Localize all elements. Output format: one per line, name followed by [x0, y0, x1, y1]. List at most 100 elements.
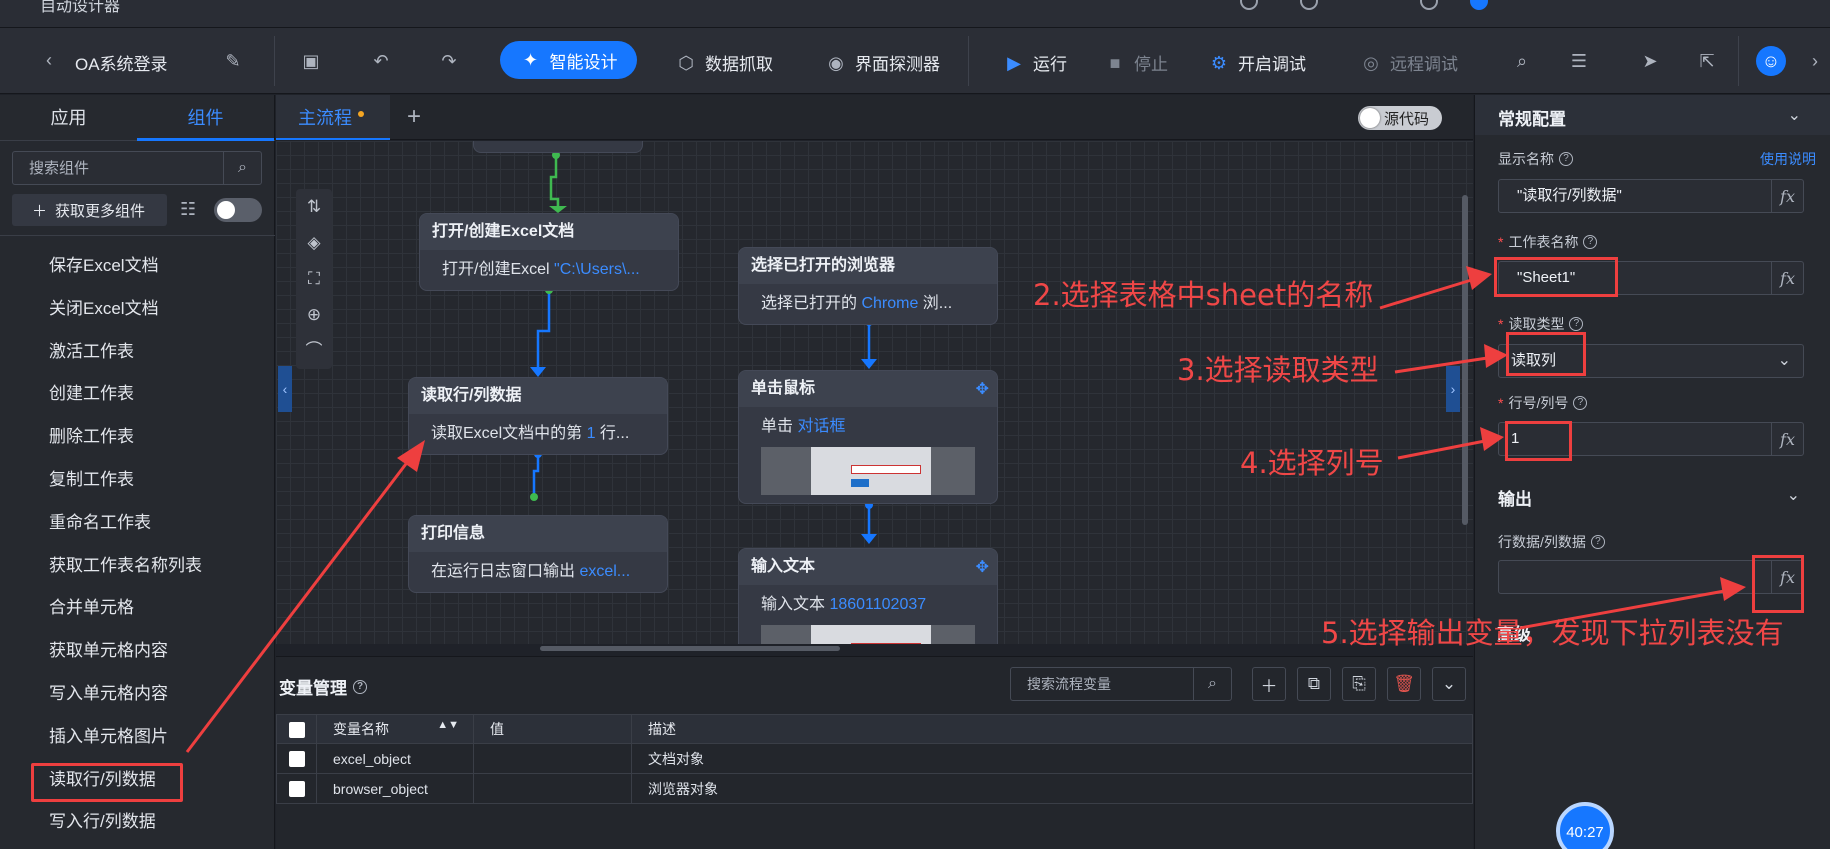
component-item[interactable]: 创建工作表: [0, 373, 275, 416]
component-item[interactable]: 写入单元格内容: [0, 673, 275, 716]
horizontal-scrollbar[interactable]: [540, 646, 840, 651]
flow-node-select-browser[interactable]: 选择已打开的浏览器 选择已打开的 Chrome 浏...: [738, 247, 998, 325]
layers-icon[interactable]: ◈: [303, 231, 325, 253]
sliders-icon[interactable]: ⇅: [303, 195, 325, 217]
component-item[interactable]: 关闭Excel文档: [0, 288, 275, 331]
annotation-step3: 3.选择读取类型: [1177, 353, 1379, 387]
fullscreen-icon[interactable]: ⛶: [303, 267, 325, 289]
smart-design-button[interactable]: ✦ 智能设计: [500, 41, 637, 79]
component-search-input[interactable]: [13, 152, 225, 184]
flow-node-print-info[interactable]: 打印信息 在运行日志窗口输出 excel...: [408, 515, 668, 593]
tab-components[interactable]: 组件: [137, 95, 274, 141]
notification-icon[interactable]: [1420, 0, 1438, 10]
ui-detector-button[interactable]: ◉ 界面探测器: [825, 50, 940, 75]
help-icon[interactable]: ?: [1590, 535, 1605, 549]
run-button[interactable]: ▶ 运行: [1003, 50, 1067, 75]
user-avatar[interactable]: [1470, 0, 1488, 10]
help-icon[interactable]: ?: [353, 679, 367, 694]
zoom-icon[interactable]: ⊕: [303, 303, 325, 325]
edit-name-button[interactable]: ✎: [222, 50, 244, 72]
component-item[interactable]: 写入行/列数据: [0, 801, 275, 844]
table-row[interactable]: excel_object 文档对象: [276, 743, 1473, 774]
variable-value[interactable]: [473, 773, 632, 804]
move-icon[interactable]: ✥: [976, 557, 989, 577]
debug-button[interactable]: ⚙ 开启调试: [1208, 50, 1306, 75]
tab-apps[interactable]: 应用: [0, 95, 137, 141]
variable-search-input[interactable]: [1011, 668, 1195, 700]
usage-help-link[interactable]: 使用说明: [1760, 149, 1816, 169]
help-icon[interactable]: ?: [1583, 235, 1598, 249]
display-name-field[interactable]: "读取行/列数据" fx: [1498, 179, 1804, 213]
row-checkbox[interactable]: [289, 781, 305, 798]
tab-main-flow[interactable]: 主流程: [276, 95, 390, 140]
stop-button[interactable]: ■ 停止: [1104, 50, 1168, 75]
undo-button[interactable]: ↶: [370, 50, 392, 72]
sort-icon[interactable]: ▲▼: [437, 719, 459, 731]
add-variable-button[interactable]: ＋: [1252, 667, 1286, 701]
vertical-scrollbar[interactable]: [1462, 195, 1468, 525]
component-item[interactable]: 合并单元格: [0, 587, 275, 630]
component-item[interactable]: 删除工作表: [0, 416, 275, 459]
help-icon[interactable]: ?: [1569, 317, 1584, 331]
column-header-name[interactable]: 变量名称 ▲▼: [316, 714, 474, 744]
paste-variable-button[interactable]: ⎘: [1342, 667, 1376, 701]
list-view-icon[interactable]: ☷: [180, 199, 196, 220]
chevron-down-icon[interactable]: ⌄: [1787, 485, 1800, 505]
component-item[interactable]: 获取单元格内容: [0, 630, 275, 673]
remote-debug-button[interactable]: ◎ 远程调试: [1360, 50, 1458, 75]
assistant-button[interactable]: ☺: [1756, 46, 1786, 76]
stop-icon: ■: [1109, 52, 1121, 73]
toolbar: ‹ OA系统登录 ✎ ▣ ↶ ↷ ✦ 智能设计 ⬡ 数据抓取 ◉ 界面探测器 ▶…: [0, 28, 1830, 94]
add-tab-button[interactable]: +: [402, 105, 426, 129]
collapse-right-button[interactable]: ›: [1446, 366, 1460, 412]
chevron-down-icon[interactable]: ⌄: [1788, 105, 1801, 125]
export-button[interactable]: ⇱: [1696, 50, 1718, 72]
component-item[interactable]: 激活工作表: [0, 331, 275, 374]
redo-button[interactable]: ↷: [438, 50, 460, 72]
flow-node-click-mouse[interactable]: 单击鼠标 ✥ 单击 对话框: [738, 370, 998, 504]
back-button[interactable]: ‹: [38, 49, 60, 71]
table-row[interactable]: browser_object 浏览器对象: [276, 773, 1473, 804]
search-icon[interactable]: ⌕: [1193, 668, 1231, 700]
document-button[interactable]: ☰: [1568, 50, 1590, 72]
fx-icon[interactable]: fx: [1771, 180, 1803, 212]
component-item[interactable]: 获取工作表名称列表: [0, 545, 275, 588]
component-item[interactable]: 重命名工作表: [0, 502, 275, 545]
save-button[interactable]: ▣: [300, 50, 322, 72]
search-icon[interactable]: ⌕: [223, 152, 261, 184]
remote-icon: ◎: [1363, 52, 1379, 73]
node-title: 单击鼠标: [739, 371, 997, 407]
move-icon[interactable]: ✥: [976, 379, 989, 399]
data-capture-button[interactable]: ⬡ 数据抓取: [675, 50, 773, 75]
publish-button[interactable]: ➤: [1639, 50, 1661, 72]
delete-variable-button[interactable]: 🗑: [1387, 667, 1421, 701]
component-item[interactable]: 保存Excel文档: [0, 245, 275, 288]
source-code-toggle[interactable]: 源代码: [1358, 106, 1442, 130]
collapse-left-button[interactable]: ‹: [278, 366, 292, 412]
row-checkbox[interactable]: [289, 751, 305, 768]
get-more-components-button[interactable]: ＋ 获取更多组件: [12, 194, 167, 226]
help-icon[interactable]: ?: [1573, 396, 1588, 410]
panel-toggle[interactable]: [214, 198, 262, 222]
expand-button[interactable]: ›: [1804, 50, 1826, 72]
flow-canvas[interactable]: ⇅ ◈ ⛶ ⊕ ⌒ ‹ › 打开/创建Excel文档 打开/创建Excel "C…: [276, 141, 1473, 644]
collapse-variables-button[interactable]: ⌄: [1432, 667, 1466, 701]
general-config-header[interactable]: 常规配置 ⌄: [1475, 95, 1830, 135]
variable-value[interactable]: [473, 743, 632, 774]
component-item[interactable]: 插入单元格图片: [0, 716, 275, 759]
copy-variable-button[interactable]: ⧉: [1297, 667, 1331, 701]
fx-icon[interactable]: fx: [1771, 423, 1803, 455]
flow-node-input-text[interactable]: 输入文本 ✥ 输入文本 18601102037: [738, 548, 998, 644]
flow-node-start[interactable]: [473, 141, 643, 153]
component-item-read-rowcol[interactable]: 读取行/列数据: [0, 759, 275, 802]
flow-node-read-rowcol[interactable]: 读取行/列数据 读取Excel文档中的第 1 行...: [408, 377, 668, 455]
flow-node-open-excel[interactable]: 打开/创建Excel文档 打开/创建Excel "C:\Users\...: [419, 213, 679, 291]
search-button[interactable]: ⌕: [1511, 50, 1533, 72]
curve-icon[interactable]: ⌒: [303, 339, 325, 361]
fx-icon[interactable]: fx: [1771, 262, 1803, 294]
select-all-checkbox[interactable]: [289, 721, 305, 738]
component-item[interactable]: 复制工作表: [0, 459, 275, 502]
settings-icon[interactable]: [1240, 0, 1258, 10]
help-icon[interactable]: [1300, 0, 1318, 10]
help-icon[interactable]: ?: [1559, 152, 1573, 166]
